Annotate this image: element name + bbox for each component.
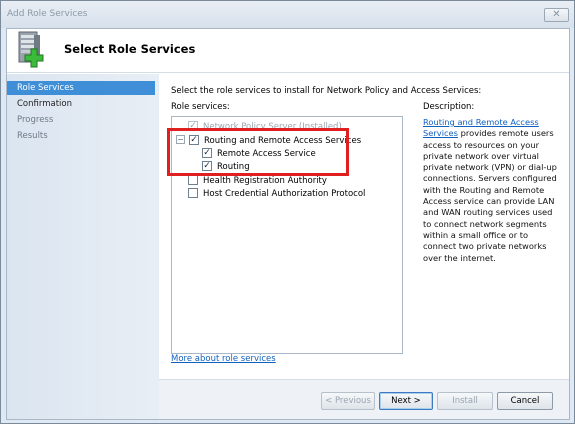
checkbox-routing-remote-access[interactable]: ✓ xyxy=(189,134,199,145)
checkbox-health-registration[interactable] xyxy=(188,174,198,185)
instruction-text: Select the role services to install for … xyxy=(171,86,482,96)
checkbox-host-credential[interactable] xyxy=(188,187,198,198)
checkbox-network-policy-server: ✓ xyxy=(188,120,198,131)
next-button[interactable]: Next > xyxy=(379,392,433,410)
description-text: Routing and Remote Access Services provi… xyxy=(423,117,563,264)
tree-item-routing-remote-access[interactable]: − ✓ Routing and Remote Access Services xyxy=(176,134,362,148)
tree-item-network-policy-server: ✓ Network Policy Server (Installed) xyxy=(188,120,342,134)
role-services-tree[interactable]: ✓ Network Policy Server (Installed) − ✓ Rou… xyxy=(171,116,403,354)
main-content: Select the role services to install for … xyxy=(159,74,569,379)
wizard-nav: Role Services Confirmation Progress Resu… xyxy=(7,74,159,419)
previous-button: < Previous xyxy=(321,392,375,410)
tree-item-health-registration[interactable]: Health Registration Authority xyxy=(188,174,327,188)
close-button[interactable]: ✕ xyxy=(544,8,569,22)
install-button: Install xyxy=(437,392,493,410)
title-bar: Add Role Services ✕ xyxy=(1,1,574,28)
tree-item-label: Health Registration Authority xyxy=(203,176,327,186)
wizard-client-area: Select Role Services Role Services Confi… xyxy=(6,28,570,420)
window-title: Add Role Services xyxy=(7,9,88,19)
server-add-icon xyxy=(18,31,44,68)
checkbox-remote-access-service[interactable]: ✓ xyxy=(202,147,212,158)
description-label: Description: xyxy=(423,102,475,112)
cancel-button[interactable]: Cancel xyxy=(497,392,553,410)
add-role-services-window: Add Role Services ✕ Select Role Services… xyxy=(0,0,575,424)
description-body: provides remote users access to resource… xyxy=(423,128,557,263)
more-about-role-services-link[interactable]: More about role services xyxy=(171,354,276,364)
wizard-footer: < Previous Next > Install Cancel xyxy=(159,379,569,419)
nav-item-results: Results xyxy=(17,131,48,141)
role-services-label: Role services: xyxy=(171,102,230,112)
nav-item-progress: Progress xyxy=(17,115,54,125)
nav-item-role-services[interactable]: Role Services xyxy=(7,81,155,95)
tree-item-label: Routing and Remote Access Services xyxy=(204,136,362,146)
nav-item-confirmation[interactable]: Confirmation xyxy=(7,97,155,111)
checkbox-routing[interactable]: ✓ xyxy=(202,160,212,171)
tree-item-label: Routing xyxy=(217,162,250,172)
tree-item-remote-access-service[interactable]: ✓ Remote Access Service xyxy=(202,147,316,161)
wizard-header: Select Role Services xyxy=(7,29,569,73)
tree-item-label: Network Policy Server (Installed) xyxy=(203,122,342,132)
page-title: Select Role Services xyxy=(64,42,196,56)
tree-item-host-credential[interactable]: Host Credential Authorization Protocol xyxy=(188,187,366,201)
collapse-icon[interactable]: − xyxy=(176,135,185,144)
tree-item-routing[interactable]: ✓ Routing xyxy=(202,160,250,174)
tree-item-label: Remote Access Service xyxy=(217,149,316,159)
tree-item-label: Host Credential Authorization Protocol xyxy=(203,189,366,199)
